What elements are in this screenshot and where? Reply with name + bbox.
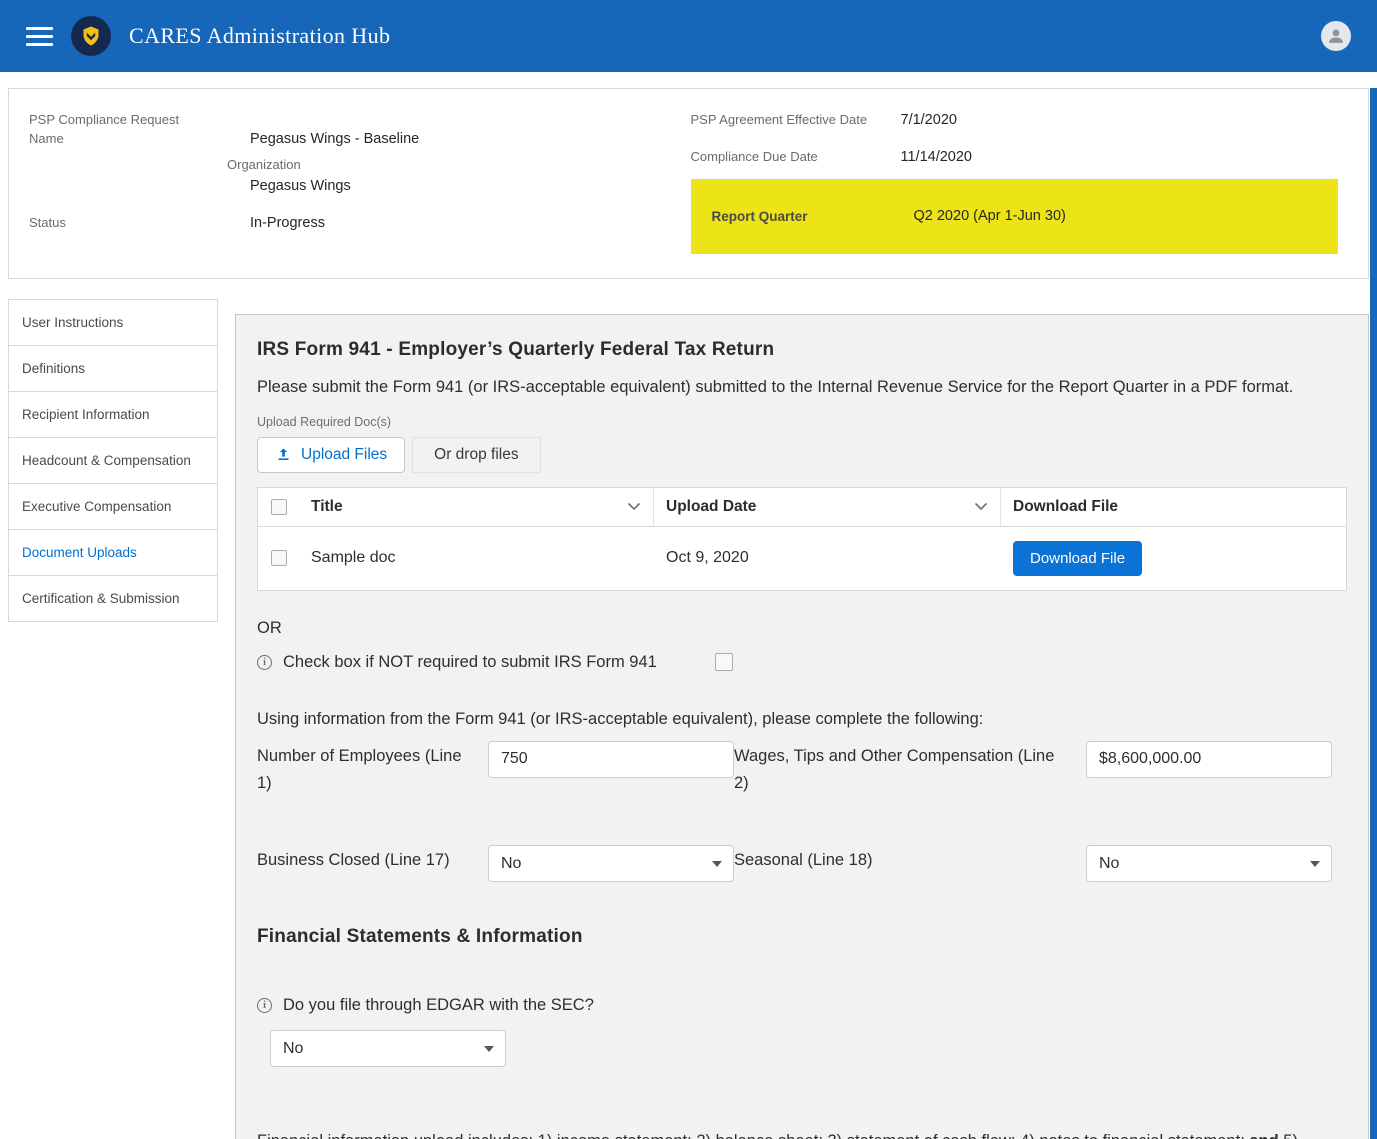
summary-left-column: PSP Compliance Request Name Pegasus Wing… [21,111,689,254]
not-required-label: Check box if NOT required to submit IRS … [283,653,657,672]
info-icon: i [257,655,272,670]
drop-files-zone[interactable]: Or drop files [412,437,540,473]
form941-description: Please submit the Form 941 (or IRS-accep… [257,373,1335,401]
organization-label: Organization [227,157,351,172]
app-header: CARES Administration Hub [0,0,1377,72]
employees-input[interactable] [488,741,734,778]
chevron-down-icon[interactable] [974,502,988,511]
vertical-scrollbar[interactable] [1370,88,1377,1139]
seasonal-label: Seasonal (Line 18) [734,845,1086,874]
sidebar-item-user-instructions[interactable]: User Instructions [9,300,217,346]
due-date-label: Compliance Due Date [691,148,901,167]
seasonal-select[interactable]: No [1086,845,1332,882]
not-required-row: i Check box if NOT required to submit IR… [257,653,1347,672]
shield-icon [79,24,103,48]
request-name-value: Pegasus Wings - Baseline [250,131,419,147]
effective-date-label: PSP Agreement Effective Date [691,111,901,130]
upload-files-button[interactable]: Upload Files [257,437,405,473]
table-header-row: Title Upload Date Download File [258,488,1346,527]
chevron-down-icon[interactable] [627,502,641,511]
column-header-download-file: Download File [1001,488,1346,526]
column-header-title[interactable]: Title [299,488,654,526]
drop-files-label: Or drop files [434,446,518,464]
download-file-button[interactable]: Download File [1013,541,1142,576]
sidebar-item-definitions[interactable]: Definitions [9,346,217,392]
document-title-cell: Sample doc [299,541,654,575]
dropdown-arrow-icon [712,861,722,867]
sidebar-item-document-uploads[interactable]: Document Uploads [9,530,217,576]
select-all-checkbox[interactable] [271,499,287,515]
table-row: Sample doc Oct 9, 2020 Download File [258,527,1346,590]
menu-icon[interactable] [26,27,53,46]
or-separator-text: OR [257,619,1347,638]
sidebar-item-executive-compensation[interactable]: Executive Compensation [9,484,217,530]
uploaded-documents-table: Title Upload Date Download File Sample d… [257,487,1347,591]
upload-date-cell: Oct 9, 2020 [654,541,1001,575]
report-quarter-value: Q2 2020 (Apr 1-Jun 30) [914,208,1066,224]
app-title: CARES Administration Hub [129,23,390,49]
financial-section-title: Financial Statements & Information [257,926,1347,948]
dropdown-arrow-icon [1310,861,1320,867]
report-quarter-highlight: Report Quarter Q2 2020 (Apr 1-Jun 30) [691,179,1339,254]
sidebar-item-recipient-information[interactable]: Recipient Information [9,392,217,438]
edgar-question-row: i Do you file through EDGAR with the SEC… [257,996,1347,1015]
status-value: In-Progress [250,215,325,231]
due-date-value: 11/14/2020 [901,149,973,165]
app-logo [71,16,111,56]
business-closed-select[interactable]: No [488,845,734,882]
summary-right-column: PSP Agreement Effective Date 7/1/2020 Co… [689,111,1357,254]
wages-label: Wages, Tips and Other Compensation (Line… [734,741,1086,797]
section-sidebar: User Instructions Definitions Recipient … [8,299,218,622]
business-closed-label: Business Closed (Line 17) [257,845,488,874]
request-name-label: PSP Compliance Request Name [29,111,250,149]
compliance-summary-card: PSP Compliance Request Name Pegasus Wing… [8,88,1369,279]
complete-following-instructions: Using information from the Form 941 (or … [257,710,1347,729]
sidebar-item-headcount-compensation[interactable]: Headcount & Compensation [9,438,217,484]
financial-upload-note: Financial information upload includes: 1… [257,1127,1335,1139]
wages-input[interactable] [1086,741,1332,778]
upload-required-doc-label: Upload Required Doc(s) [257,415,1347,429]
info-icon: i [257,998,272,1013]
employees-label: Number of Employees (Line 1) [257,741,488,797]
status-label: Status [29,214,250,233]
document-uploads-panel: IRS Form 941 - Employer’s Quarterly Fede… [235,314,1369,1139]
report-quarter-label: Report Quarter [712,209,914,224]
edgar-question-label: Do you file through EDGAR with the SEC? [283,996,594,1015]
row-checkbox[interactable] [271,550,287,566]
column-header-upload-date[interactable]: Upload Date [654,488,1001,526]
upload-icon [275,446,292,463]
page-content: User Instructions Definitions Recipient … [8,299,1369,1139]
upload-files-label: Upload Files [301,446,387,464]
form941-fields: Number of Employees (Line 1) Wages, Tips… [257,741,1347,882]
organization-value: Pegasus Wings [250,178,351,194]
form941-section-title: IRS Form 941 - Employer’s Quarterly Fede… [257,339,1347,361]
user-avatar-icon[interactable] [1321,21,1351,51]
edgar-select[interactable]: No [270,1030,506,1067]
not-required-checkbox[interactable] [715,653,733,671]
dropdown-arrow-icon [484,1046,494,1052]
effective-date-value: 7/1/2020 [901,112,957,128]
sidebar-item-certification-submission[interactable]: Certification & Submission [9,576,217,622]
